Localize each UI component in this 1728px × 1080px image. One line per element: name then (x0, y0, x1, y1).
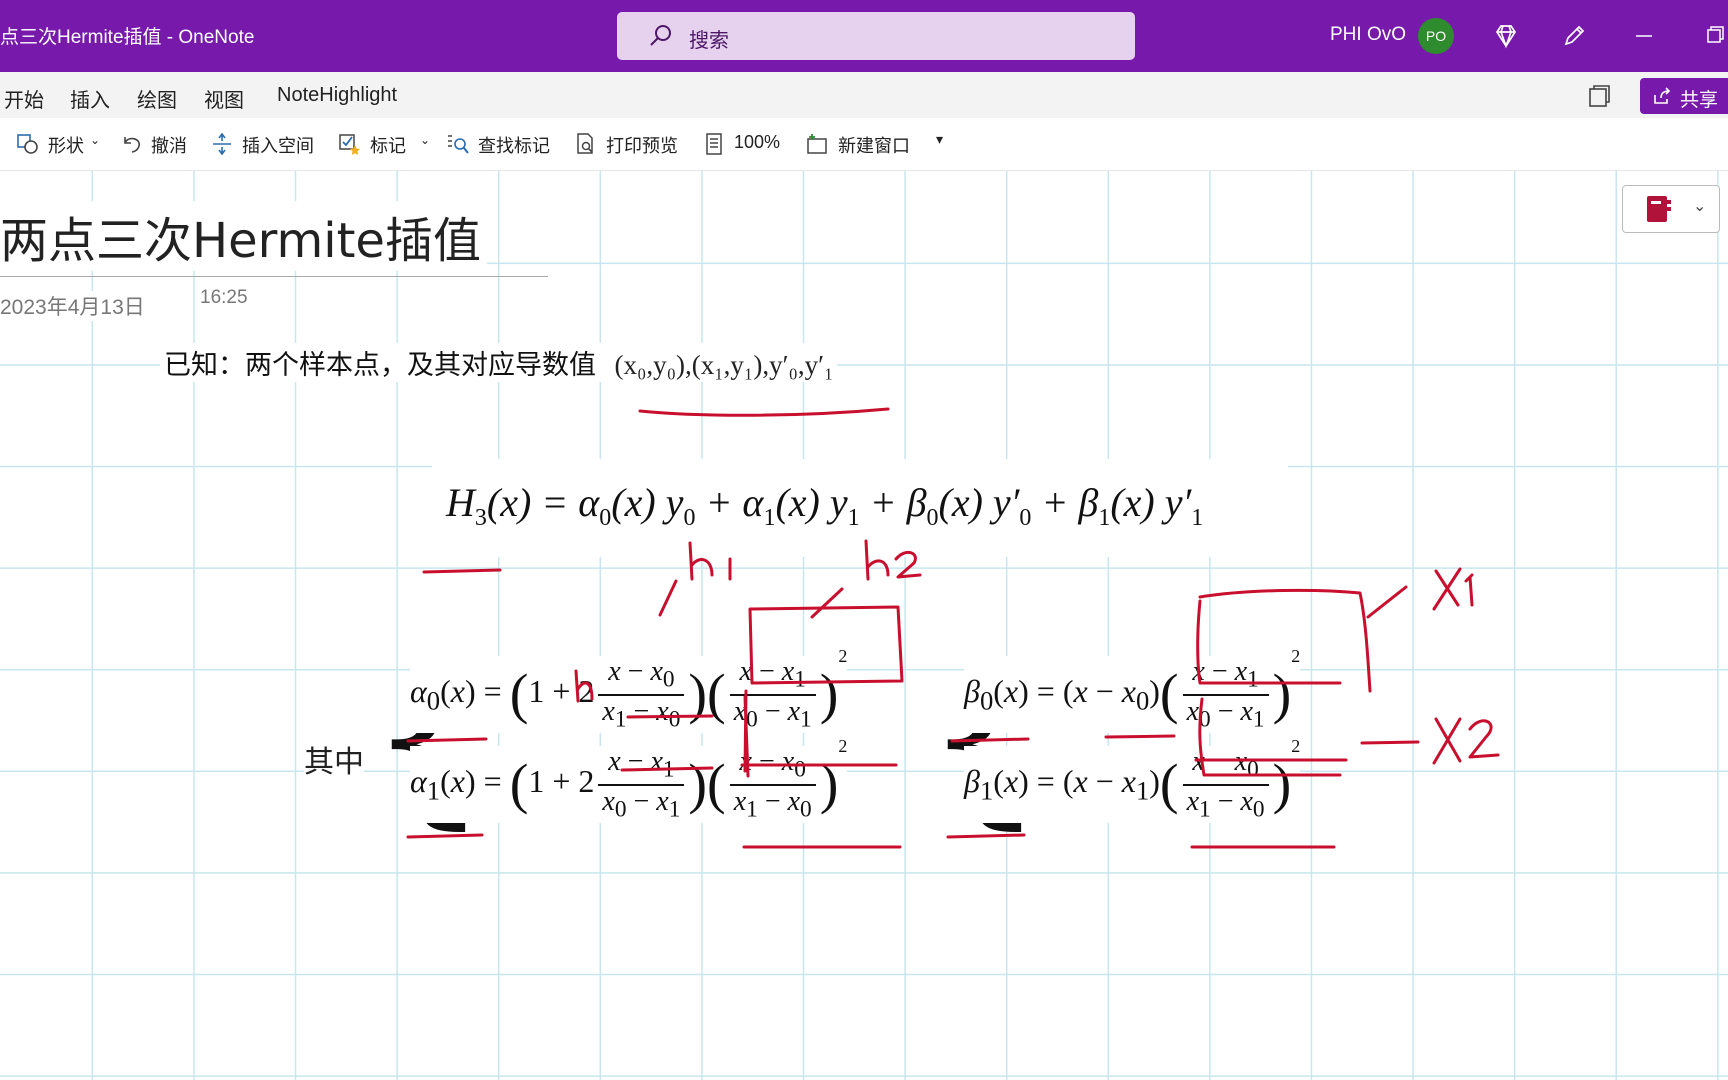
new-window-icon (807, 134, 827, 154)
shapes-label: 形状 (48, 136, 84, 156)
find-tags-icon (448, 135, 469, 154)
undo-button[interactable]: 撤消 (119, 131, 191, 157)
insert-space-label: 插入空间 (242, 136, 314, 156)
ink-underline-known (638, 407, 890, 417)
tab-home[interactable]: 开始 (4, 84, 44, 113)
ink-arrow-x1 (1366, 585, 1408, 619)
tab-notehighlight[interactable]: NoteHighlight (277, 84, 397, 107)
ink-annotations[interactable] (0, 171, 1728, 1080)
known-label: 已知：两个样本点，及其对应导数值 (164, 350, 596, 381)
chevron-down-icon: ⌄ (90, 133, 101, 147)
new-window-button[interactable]: 新建窗口 (806, 131, 916, 157)
search-icon (650, 25, 671, 46)
shapes-button[interactable]: 形状 ⌄ (16, 131, 102, 157)
page-title[interactable]: 两点三次Hermite插值 (0, 201, 487, 271)
page-icon (706, 133, 722, 155)
tab-view[interactable]: 视图 (204, 84, 244, 113)
minimize-icon[interactable] (1630, 22, 1658, 50)
tag-button[interactable]: 标记 ⌄ (338, 131, 432, 157)
beta0-equation[interactable]: β0(x) = (x − x0)(x − x1 x0 − x1)2 (964, 646, 1301, 734)
search-placeholder: 搜索 (689, 30, 729, 52)
known-statement[interactable]: 已知：两个样本点，及其对应导数值 (x₀,y₀),(x₁,y₁),y′₀,y′₁ (160, 343, 838, 382)
page-canvas[interactable]: 两点三次Hermite插值 2023年4月13日 16:25 ⌄ 已知：两个样本… (0, 171, 1728, 1080)
print-preview-label: 打印预览 (606, 136, 678, 156)
beta1-equation[interactable]: β1(x) = (x − x1)(x − x0 x1 − x0)2 (964, 736, 1301, 824)
undo-icon (124, 137, 140, 153)
share-label: 共享 (1680, 90, 1719, 111)
alpha1-equation[interactable]: α1(x) = (1 + 2x − x1 x0 − x1)(x − x0 x1 − … (410, 736, 848, 824)
where-label: 其中 (304, 737, 364, 781)
hermite-formula[interactable]: H3(x) = α0(x) y0 + α1(x) y1 + β0(x) y′0 … (432, 459, 1288, 557)
pen-icon[interactable] (1560, 22, 1588, 50)
tab-insert[interactable]: 插入 (70, 84, 110, 113)
ink-line-x2 (1360, 740, 1420, 745)
restore-icon[interactable] (1700, 22, 1728, 50)
ink-underline-h3 (422, 568, 502, 574)
new-window-label: 新建窗口 (838, 136, 910, 156)
zoom-label: 100% (734, 132, 781, 152)
undo-label: 撤消 (151, 136, 187, 156)
notebooks-icon[interactable] (1585, 82, 1613, 110)
title-bar: 点三次Hermite插值 - OneNote 搜索 PHI OvO PO (0, 0, 1728, 72)
insert-space-icon (213, 132, 231, 156)
alpha0-equation[interactable]: α0(x) = (1 + 2x − x0 x1 − x0)(x − x1 x0 − … (410, 646, 848, 734)
formula-h3: H3(x) = α0(x) y0 + α1(x) y1 + β0(x) y′0 … (446, 480, 1204, 531)
tag-label: 标记 (370, 136, 406, 156)
tab-draw[interactable]: 绘图 (137, 84, 177, 113)
page-date: 2023年4月13日 (0, 291, 145, 321)
page-time: 16:25 (200, 287, 248, 309)
share-button[interactable]: 共享 (1640, 78, 1728, 114)
chevron-down-icon: ⌄ (420, 133, 431, 147)
tag-icon (339, 134, 360, 155)
more-options-icon[interactable]: ▾ (936, 131, 956, 157)
ribbon-tabs: 开始 插入 绘图 视图 NoteHighlight 共享 (0, 72, 1728, 119)
chevron-down-icon: ⌄ (1693, 198, 1707, 215)
avatar[interactable]: PO (1418, 18, 1454, 54)
zoom-button[interactable]: 100% (702, 131, 782, 157)
ink-x1-label (1432, 567, 1474, 611)
user-name[interactable]: PHI OvO (1330, 24, 1406, 46)
ink-x2-label (1432, 717, 1500, 765)
title-divider (0, 276, 548, 277)
print-preview-icon (577, 133, 593, 154)
known-values: (x₀,y₀),(x₁,y₁),y′₀,y′₁ (614, 350, 834, 380)
find-tags-label: 查找标记 (478, 136, 550, 156)
share-icon (1654, 87, 1671, 104)
diamond-icon[interactable] (1492, 22, 1520, 50)
find-tags-button[interactable]: 查找标记 (446, 131, 556, 157)
shapes-icon (17, 134, 38, 154)
insert-space-button[interactable]: 插入空间 (210, 131, 320, 157)
search-box[interactable]: 搜索 (617, 12, 1135, 60)
print-preview-button[interactable]: 打印预览 (574, 131, 684, 157)
notebook-picker[interactable]: ⌄ (1622, 185, 1720, 233)
window-title: 点三次Hermite插值 - OneNote (0, 27, 255, 48)
notebook-icon (1647, 196, 1671, 222)
toolbar: 形状 ⌄ 撤消 插入空间 标记 ⌄ 查找标记 打印预览 100% 新建窗口 ▾ (0, 118, 1728, 171)
